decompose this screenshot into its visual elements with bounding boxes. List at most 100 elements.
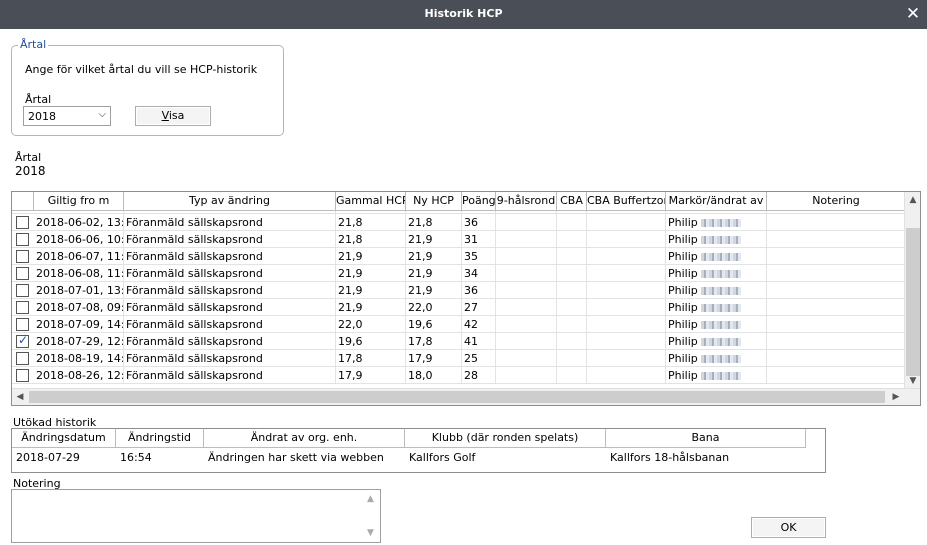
horizontal-scrollbar[interactable]: ◀ ▶ (12, 388, 920, 405)
redacted-name (700, 253, 741, 261)
col-header-3[interactable]: Gammal HCP (336, 192, 406, 211)
ext-col-time[interactable]: Ändringstid (116, 429, 204, 448)
col-header-0[interactable] (12, 192, 34, 211)
table-row[interactable]: 2018-08-26, 12:4 Föranmäld sällskapsrond 1… (12, 367, 906, 384)
marker-name: Philip (668, 318, 698, 331)
cell-date: 2018-06-02, 13:2 (36, 214, 124, 231)
marker-name: Philip (668, 369, 698, 382)
cell-new: 17,8 (406, 333, 462, 350)
note-scroll-down-icon[interactable]: ▼ (367, 528, 374, 538)
cell-note (767, 350, 906, 367)
col-header-9[interactable]: Markör/ändrat av (666, 192, 767, 211)
ext-cell-club: Kallfors Golf (409, 451, 476, 464)
col-header-6[interactable]: 9-hålsrond (496, 192, 557, 211)
cell-empty (587, 282, 666, 299)
marker-name: Philip (668, 267, 698, 280)
redacted-name (700, 236, 741, 244)
note-scrollbar[interactable]: ▲ ▼ (364, 490, 380, 542)
table-row[interactable]: 2018-07-01, 13:2 Föranmäld sällskapsrond 2… (12, 282, 906, 299)
year-select[interactable]: 2018 ⌵ (23, 106, 111, 126)
ext-col-course[interactable]: Bana (606, 429, 806, 448)
table-row[interactable]: 2018-06-07, 11:2 Föranmäld sällskapsrond 2… (12, 248, 906, 265)
cell-empty (496, 299, 557, 316)
cell-note (767, 367, 906, 384)
cell-marker: Philip (666, 316, 767, 333)
row-checkbox[interactable] (16, 216, 29, 229)
cell-type: Föranmäld sällskapsrond (124, 231, 336, 248)
cell-empty (587, 214, 666, 231)
cell-points: 36 (462, 214, 496, 231)
cell-empty (587, 350, 666, 367)
row-checkbox[interactable] (16, 318, 29, 331)
row-checkbox[interactable] (16, 250, 29, 263)
note-scroll-up-icon[interactable]: ▲ (367, 494, 374, 504)
row-checkbox[interactable] (16, 369, 29, 382)
cell-marker: Philip (666, 248, 767, 265)
show-button[interactable]: Visa (135, 106, 211, 126)
cell-empty (496, 248, 557, 265)
cell-new: 22,0 (406, 299, 462, 316)
note-textarea[interactable]: ▲ ▼ (11, 489, 381, 543)
vertical-scrollbar[interactable]: ▲ ▼ (904, 192, 920, 389)
ext-col-club[interactable]: Klubb (där ronden spelats) (405, 429, 606, 448)
marker-name: Philip (668, 352, 698, 365)
cell-type: Föranmäld sällskapsrond (124, 333, 336, 350)
table-row[interactable]: 2018-06-08, 11:2 Föranmäld sällskapsrond 2… (12, 265, 906, 282)
redacted-name (700, 321, 741, 329)
row-checkbox[interactable] (16, 352, 29, 365)
row-checkbox[interactable] (16, 233, 29, 246)
redacted-name (700, 338, 741, 346)
col-header-1[interactable]: Giltig fro m (34, 192, 124, 211)
cell-points: 28 (462, 367, 496, 384)
cell-date: 2018-07-01, 13:2 (36, 282, 124, 299)
col-header-10[interactable]: Notering (767, 192, 906, 211)
table-row[interactable]: 2018-07-29, 12:4Föranmäld sällskapsrond1… (12, 333, 906, 350)
row-checkbox[interactable] (16, 267, 29, 280)
col-header-5[interactable]: Poäng (462, 192, 496, 211)
year-instruction: Ange för vilket årtal du vill se HCP-his… (25, 63, 258, 76)
ext-cell-date: 2018-07-29 (16, 451, 80, 464)
cell-points: 27 (462, 299, 496, 316)
cell-empty (587, 367, 666, 384)
redacted-name (700, 270, 741, 278)
ext-col-date[interactable]: Ändringsdatum (12, 429, 116, 448)
scroll-down-icon[interactable]: ▼ (905, 373, 920, 389)
ok-button[interactable]: OK (751, 517, 826, 538)
close-icon[interactable]: ✕ (903, 4, 923, 24)
col-header-8[interactable]: CBA Buffertzon (587, 192, 666, 211)
scroll-right-icon[interactable]: ▶ (888, 389, 904, 405)
row-checkbox[interactable] (16, 333, 29, 348)
cell-points: 42 (462, 316, 496, 333)
table-row[interactable]: 2018-06-06, 10:2 Föranmäld sällskapsrond 2… (12, 231, 906, 248)
table-row[interactable]: 2018-06-02, 13:2 Föranmäld sällskapsrond 2… (12, 214, 906, 231)
scroll-up-icon[interactable]: ▲ (905, 192, 920, 208)
horizontal-scroll-thumb[interactable] (29, 391, 885, 403)
cell-empty (587, 231, 666, 248)
cell-note (767, 282, 906, 299)
table-row[interactable]: 2018-07-08, 09:2 Föranmäld sällskapsrond 2… (12, 299, 906, 316)
ext-col-org[interactable]: Ändrat av org. enh. (204, 429, 405, 448)
cell-new: 18,0 (406, 367, 462, 384)
cell-empty (557, 299, 587, 316)
cell-empty (557, 214, 587, 231)
cell-marker: Philip (666, 265, 767, 282)
cell-empty (557, 367, 587, 384)
col-header-7[interactable]: CBA (557, 192, 587, 211)
col-header-2[interactable]: Typ av ändring (124, 192, 336, 211)
cell-empty (557, 350, 587, 367)
row-checkbox[interactable] (16, 284, 29, 297)
vertical-scroll-thumb[interactable] (906, 228, 920, 376)
table-row[interactable]: 2018-08-19, 14:0 Föranmäld sällskapsrond 1… (12, 350, 906, 367)
cell-empty (496, 265, 557, 282)
table-row[interactable]: 2018-07-09, 14:0 Föranmäld sällskapsrond 2… (12, 316, 906, 333)
cell-empty (587, 316, 666, 333)
cell-note (767, 299, 906, 316)
cell-marker: Philip (666, 214, 767, 231)
cell-date: 2018-06-08, 11:2 (36, 265, 124, 282)
cell-date: 2018-07-08, 09:2 (36, 299, 124, 316)
row-checkbox[interactable] (16, 301, 29, 314)
extended-history-table: Ändringsdatum Ändringstid Ändrat av org.… (11, 428, 826, 473)
col-header-4[interactable]: Ny HCP (406, 192, 462, 211)
cell-old: 22,0 (336, 316, 406, 333)
scroll-left-icon[interactable]: ◀ (12, 389, 28, 405)
